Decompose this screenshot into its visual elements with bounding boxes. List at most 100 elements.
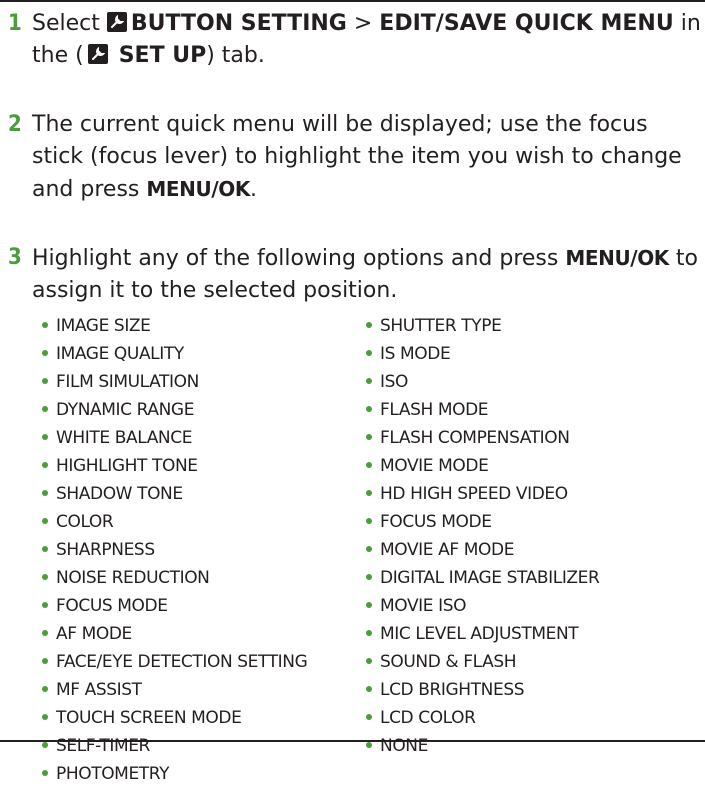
wrench-icon [106,12,127,32]
list-item: NOISE REDUCTION [42,564,362,592]
step-3-text: Highlight any of the following options a… [32,246,559,271]
list-item: ISO [366,368,686,396]
option-label: SHARPNESS [56,540,155,560]
list-item: SHARPNESS [42,536,362,564]
option-label: LCD BRIGHTNESS [380,680,525,700]
option-label: MF ASSIST [56,680,142,700]
bullet-dot [366,602,372,608]
list-item: MF ASSIST [42,676,362,704]
bullet-dot [366,574,372,580]
list-item: FOCUS MODE [42,592,362,620]
list-item: IMAGE SIZE [42,312,362,340]
bullet-dot [366,490,372,496]
bullet-dot [42,490,48,496]
list-item: DIGITAL IMAGE STABILIZER [366,564,686,592]
option-label: FOCUS MODE [380,512,492,532]
button-setting-label: BUTTON SETTING [130,11,347,36]
list-item: IMAGE QUALITY [42,340,362,368]
top-rule [0,0,705,2]
list-item: FOCUS MODE [366,508,686,536]
list-item: COLOR [42,508,362,536]
bullet-dot [366,406,372,412]
option-label: FILM SIMULATION [56,372,199,392]
bullet-dot [42,714,48,720]
step-text: The current quick menu will be displayed… [32,109,703,206]
bullet-dot [42,350,48,356]
option-label: SOUND & FLASH [380,652,517,672]
bullet-dot [42,742,48,748]
bullet-dot [42,518,48,524]
set-up-tab-label: SET UP [118,43,207,68]
option-label: MOVIE ISO [380,596,467,616]
bullet-dot [366,434,372,440]
option-label: WHITE BALANCE [56,428,193,448]
bullet-dot [42,434,48,440]
option-label: ISO [380,372,408,392]
option-label: DIGITAL IMAGE STABILIZER [380,568,600,588]
menu-separator: > [353,11,373,36]
bullet-dot [42,546,48,552]
step-3: 3 Highlight any of the following options… [8,242,703,312]
bullet-dot [42,630,48,636]
option-label: MIC LEVEL ADJUSTMENT [380,624,579,644]
options-column-left: IMAGE SIZE IMAGE QUALITY FILM SIMULATION… [42,312,362,788]
option-label: IMAGE SIZE [56,316,151,336]
bullet-dot [42,602,48,608]
option-label: AF MODE [56,624,132,644]
option-label: NONE [380,736,428,756]
list-item: SOUND & FLASH [366,648,686,676]
list-item: LCD COLOR [366,704,686,732]
step-1: 1 Select BUTTON SETTING > EDIT/SAVE QUIC… [8,8,703,78]
bullet-dot [366,658,372,664]
option-label: FACE/EYE DETECTION SETTING [56,652,308,672]
menu-ok-button-label: MENU/OK [146,177,250,201]
open-paren: ( [75,43,84,68]
bullet-dot [366,546,372,552]
list-item: MOVIE MODE [366,452,686,480]
option-label: MOVIE MODE [380,456,489,476]
step-number: 2 [8,112,22,137]
list-item: IS MODE [366,340,686,368]
list-item: MOVIE AF MODE [366,536,686,564]
option-label: SHUTTER TYPE [380,316,502,336]
option-label: DYNAMIC RANGE [56,400,195,420]
option-label: COLOR [56,512,114,532]
options-column-right: SHUTTER TYPE IS MODE ISO FLASH MODE FLAS… [366,312,686,760]
option-label: HD HIGH SPEED VIDEO [380,484,568,504]
bullet-dot [366,518,372,524]
step-number: 3 [8,245,22,270]
list-item: SHUTTER TYPE [366,312,686,340]
bullet-dot [366,350,372,356]
bullet-dot [366,462,372,468]
list-item: TOUCH SCREEN MODE [42,704,362,732]
list-item: FACE/EYE DETECTION SETTING [42,648,362,676]
list-item: HIGHLIGHT TONE [42,452,362,480]
step-2-text: The current quick menu will be displayed… [32,112,682,202]
option-label: PHOTOMETRY [56,764,170,784]
edit-save-quick-menu-label: EDIT/SAVE QUICK MENU [379,11,674,36]
option-label: SELF-TIMER [56,736,150,756]
bullet-dot [42,322,48,328]
bullet-dot [366,742,372,748]
list-item: HD HIGH SPEED VIDEO [366,480,686,508]
wrench-icon [87,44,108,64]
step-2: 2 The current quick menu will be display… [8,109,703,211]
option-label: NOISE REDUCTION [56,568,210,588]
list-item: SELF-TIMER [42,732,362,760]
option-label: FLASH COMPENSATION [380,428,570,448]
option-label: LCD COLOR [380,708,476,728]
option-label: IMAGE QUALITY [56,344,184,364]
list-item: LCD BRIGHTNESS [366,676,686,704]
bullet-dot [42,378,48,384]
bullet-dot [366,630,372,636]
list-item: DYNAMIC RANGE [42,396,362,424]
list-item: MOVIE ISO [366,592,686,620]
list-item: SHADOW TONE [42,480,362,508]
bullet-dot [366,714,372,720]
step-1-select-text: Select [32,11,100,36]
bullet-dot [366,378,372,384]
step-2-period: . [249,177,257,202]
step-number: 1 [8,11,22,36]
list-item: FILM SIMULATION [42,368,362,396]
option-label: SHADOW TONE [56,484,183,504]
